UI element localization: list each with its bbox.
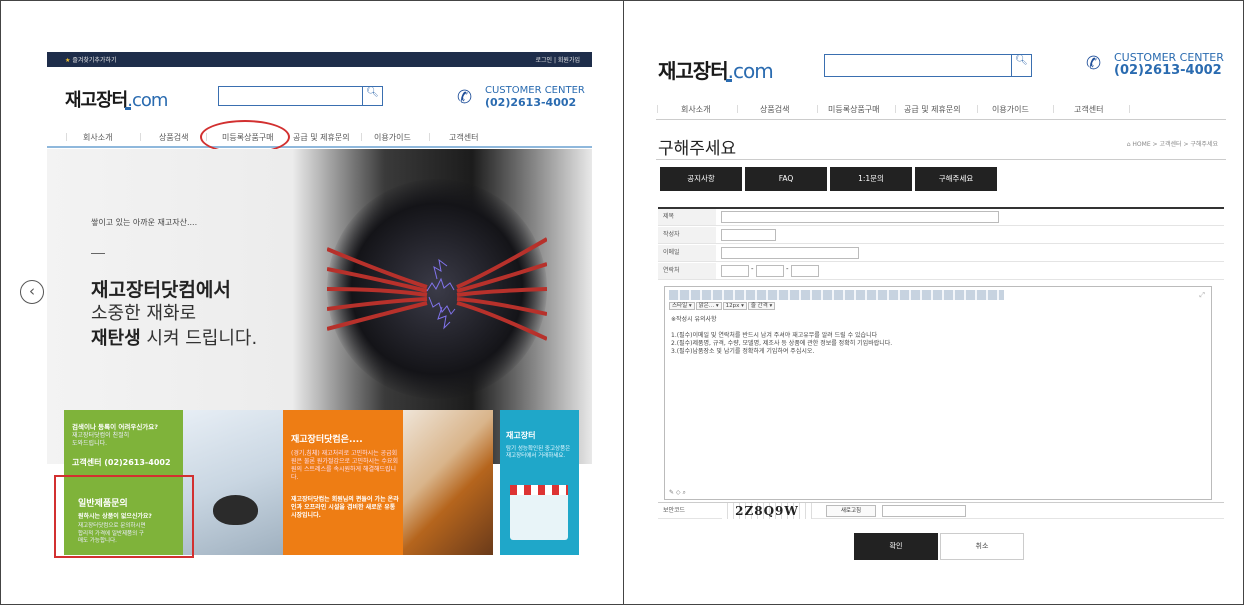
search-icon[interactable]: 🔍︎: [1011, 55, 1031, 76]
main-nav: | 회사소개 | 상품검색 | 미등록상품구매 공급 및 제휴문의 | 이용가이…: [47, 128, 592, 148]
site-logo[interactable]: 재고장터.com: [65, 86, 168, 112]
hero-divider: [91, 253, 105, 254]
tab-request[interactable]: 구해주세요: [915, 167, 997, 191]
tab-faq[interactable]: FAQ: [745, 167, 827, 191]
nav-item-guide[interactable]: 이용가이드: [992, 104, 1029, 115]
search-input[interactable]: 🔍︎: [824, 54, 1032, 77]
awning-graphic: [510, 485, 568, 495]
hero-headline-2: 소중한 재화로: [91, 303, 197, 324]
email-row: 이메일: [658, 245, 1224, 262]
title-divider: [656, 159, 1226, 160]
search-input[interactable]: 🔍︎: [218, 86, 383, 106]
expand-icon[interactable]: ⤢: [1199, 291, 1205, 300]
nav-item-partnership[interactable]: 공급 및 제휴문의: [293, 132, 350, 143]
top-utility-bar: ★ 즐겨찾기추가하기 로그인 | 회원가입: [47, 52, 592, 67]
phone-field-2[interactable]: [756, 265, 784, 277]
author-row: 작성자: [658, 227, 1224, 244]
market-card[interactable]: 재고장터 탐기 성능확인된 중고상품은 재고장터에서 거래하세요.: [500, 410, 579, 555]
request-form-screenshot: 재고장터.com 🔍︎ ✆ CUSTOMER CENTER (02)2613-4…: [636, 45, 1226, 585]
favorite-link[interactable]: ★ 즐겨찾기추가하기: [65, 55, 116, 64]
phone-icon: ✆: [457, 87, 473, 108]
hero-headline-3: 재탄생 시켜 드립니다.: [91, 328, 258, 349]
nav-item-support[interactable]: 고객센터: [449, 132, 478, 143]
nav-item-support[interactable]: 고객센터: [1074, 104, 1103, 115]
phone-icon: ✆: [1086, 53, 1102, 74]
phone-field-3[interactable]: [791, 265, 819, 277]
customer-center: ✆ CUSTOMER CENTER (02)2613-4002: [457, 85, 585, 109]
editor-format-toolbar: 스타일 ▾ 맑은... ▾ 12px ▾ 줄 간격 ▾: [669, 301, 776, 311]
author-field[interactable]: [721, 229, 776, 241]
page-title: 구해주세요: [658, 139, 737, 159]
phone-row: 연락처 - -: [658, 263, 1224, 280]
size-select[interactable]: 12px ▾: [722, 302, 747, 310]
login-links[interactable]: 로그인 | 회원가입: [536, 55, 580, 64]
subject-field[interactable]: [721, 211, 999, 223]
line-height-select[interactable]: 줄 간격 ▾: [747, 302, 776, 310]
tab-inquiry[interactable]: 1:1문의: [830, 167, 912, 191]
site-logo[interactable]: 재고장터.com: [658, 55, 774, 84]
subject-row: 제목: [658, 209, 1224, 226]
cable-image: [326, 179, 549, 399]
nav-item-search[interactable]: 상품검색: [159, 132, 188, 143]
panel-divider: [623, 0, 624, 605]
captcha-row: 보안코드 2Z8Q9W 새로고침: [658, 502, 1224, 519]
carousel-prev-icon[interactable]: ‹: [20, 280, 44, 304]
mouse-image: [183, 410, 283, 555]
nav-item-company[interactable]: 회사소개: [681, 104, 710, 115]
font-select[interactable]: 맑은... ▾: [695, 302, 722, 310]
cancel-button[interactable]: 취소: [940, 533, 1024, 560]
mouse-icon: [213, 495, 258, 525]
editor-mode-icons[interactable]: ✎ ◇ ⌕: [669, 489, 686, 497]
hero-headline-1: 재고장터닷컴에서: [91, 279, 231, 301]
nav-item-partnership[interactable]: 공급 및 제휴문의: [904, 104, 961, 115]
email-field[interactable]: [721, 247, 859, 259]
editor-toolbar[interactable]: [669, 290, 1004, 300]
nav-item-company[interactable]: 회사소개: [83, 132, 112, 143]
captcha-refresh-button[interactable]: 새로고침: [826, 505, 876, 517]
wire-image: [403, 410, 493, 555]
nav-item-search[interactable]: 상품검색: [760, 104, 789, 115]
editor-body[interactable]: ※작성시 유의사항 1.(필수)이메일 및 연락처를 반드시 남겨 주셔야 재고…: [671, 316, 892, 356]
nav-item-unregistered[interactable]: 미등록상품구매: [828, 104, 880, 115]
main-nav: | 회사소개 | 상품검색 | 미등록상품구매 | 공급 및 제휴문의 | 이용…: [656, 100, 1226, 120]
search-icon[interactable]: 🔍︎: [362, 87, 382, 105]
tab-notice[interactable]: 공지사항: [660, 167, 742, 191]
captcha-image: 2Z8Q9W: [722, 503, 812, 519]
captcha-input[interactable]: [882, 505, 966, 517]
hero-tagline: 쌓이고 있는 아까운 재고자산....: [91, 218, 198, 227]
phone-field-1[interactable]: [721, 265, 749, 277]
highlight-box: [54, 475, 194, 558]
content-editor[interactable]: 스타일 ▾ 맑은... ▾ 12px ▾ 줄 간격 ▾ ⤢ ※작성시 유의사항 1.(…: [664, 286, 1212, 500]
request-form: 제목 작성자 이메일 연락처 - - 스타일 ▾ 맑은... ▾ 12px ▾ 줄 간…: [658, 207, 1224, 519]
breadcrumb: ⌂ HOME > 고객센터 > 구해주세요: [1126, 141, 1218, 148]
about-card[interactable]: 재고장터닷컴은.... (경기,침체) 재고처리로 고민하시는 공급회원은 물론…: [283, 410, 403, 555]
nav-item-guide[interactable]: 이용가이드: [374, 132, 411, 143]
confirm-button[interactable]: 확인: [854, 533, 938, 560]
customer-center: ✆ CUSTOMER CENTER (02)2613-4002: [1086, 51, 1224, 78]
star-icon: ★: [65, 57, 71, 64]
style-select[interactable]: 스타일 ▾: [669, 302, 695, 310]
homepage-screenshot: ★ 즐겨찾기추가하기 로그인 | 회원가입 재고장터.com 🔍︎ ✆ CUST…: [47, 52, 592, 562]
